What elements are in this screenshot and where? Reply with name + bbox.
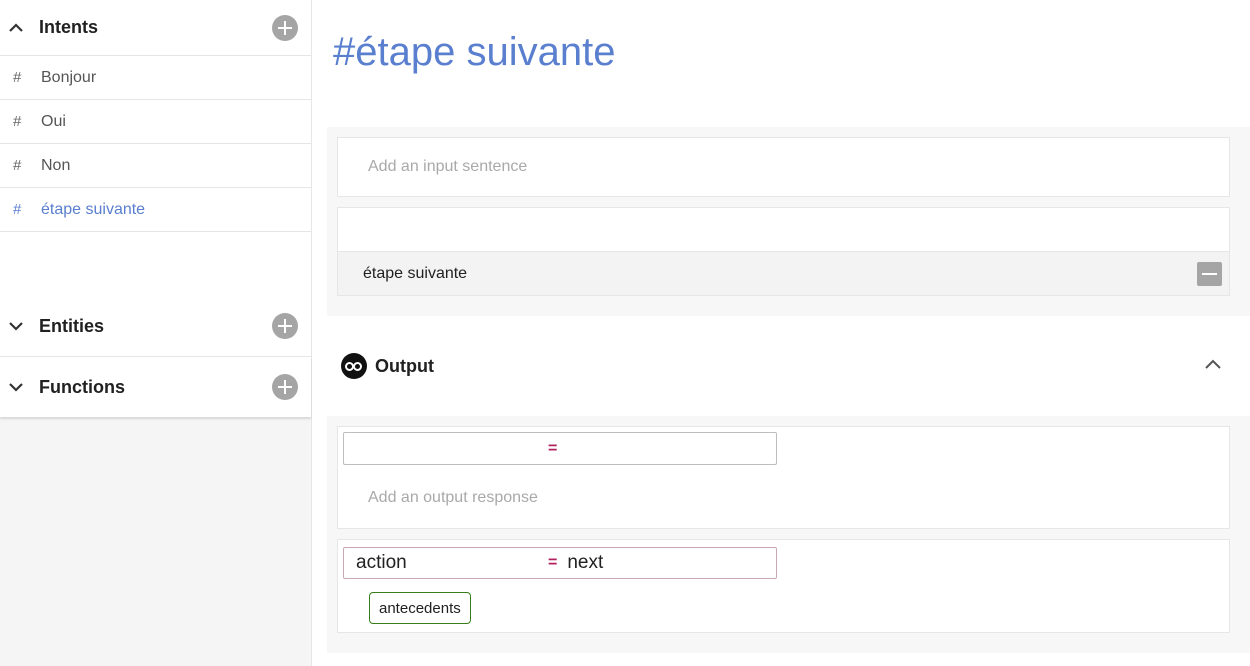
sentence-row[interactable]: étape suivante [338, 251, 1229, 295]
chevron-up-icon[interactable] [8, 20, 24, 36]
input-section: Add an input sentence étape suivante [327, 127, 1250, 316]
chevron-down-icon[interactable] [8, 379, 24, 395]
add-entity-button[interactable] [272, 313, 298, 339]
input-sentence-field[interactable]: Add an input sentence [337, 137, 1230, 197]
intent-list: # Bonjour # Oui # Non # étape suivante [0, 56, 311, 232]
hash-icon: # [13, 69, 22, 86]
output-title: Output [375, 355, 434, 376]
response-card: = Add an output response [337, 426, 1230, 529]
entities-title: Entities [39, 315, 105, 336]
intents-spacer [0, 232, 311, 297]
context-key-input[interactable] [344, 552, 548, 574]
context-value-input[interactable] [557, 552, 813, 574]
antecedents-chip[interactable]: antecedents [369, 592, 471, 624]
output-header: Output [341, 343, 434, 389]
chevron-down-icon[interactable] [8, 318, 24, 334]
owl-icon [341, 353, 367, 379]
intent-label: Oui [41, 112, 66, 130]
output-section: = Add an output response = antecedents [327, 416, 1250, 653]
intent-label: Non [41, 156, 71, 174]
page-title: #étape suivante [333, 30, 616, 74]
functions-panel: Functions [0, 357, 311, 417]
context-variable-row: = [343, 432, 813, 465]
hash-icon: # [13, 113, 22, 130]
add-function-button[interactable] [272, 374, 298, 400]
output-response-field[interactable]: Add an output response [368, 489, 538, 507]
chevron-up-icon[interactable] [1204, 356, 1222, 374]
intent-label: étape suivante [41, 200, 146, 218]
equals-sign: = [548, 439, 558, 457]
hash-icon: # [13, 157, 22, 174]
functions-header[interactable]: Functions [0, 357, 311, 417]
equals-sign: = [548, 554, 558, 571]
context-variable-row: = [343, 547, 813, 579]
functions-title: Functions [39, 376, 125, 397]
entities-header[interactable]: Entities [0, 296, 311, 356]
context-value-input[interactable] [557, 437, 813, 460]
hash-icon: # [13, 201, 22, 218]
intents-title: Intents [39, 17, 99, 37]
action-card: = antecedents [337, 539, 1230, 633]
entities-panel: Entities [0, 296, 311, 357]
intents-header[interactable]: Intents [0, 0, 311, 56]
intent-item-oui[interactable]: # Oui [0, 100, 311, 144]
remove-sentence-button[interactable] [1197, 262, 1222, 286]
add-intent-button[interactable] [272, 14, 298, 41]
sentence-text: étape suivante [363, 264, 468, 282]
intent-editor: #étape suivante Add an input sentence ét… [312, 0, 1250, 666]
sentence-card: étape suivante [337, 207, 1230, 296]
intent-label: Bonjour [41, 68, 97, 86]
sidebar: Intents # Bonjour # Oui # Non # étape su… [0, 0, 312, 666]
intent-item-non[interactable]: # Non [0, 144, 311, 188]
intent-item-etape-suivante[interactable]: # étape suivante [0, 188, 311, 232]
context-key-input[interactable] [344, 437, 548, 460]
intents-panel: Intents # Bonjour # Oui # Non # étape su… [0, 0, 311, 297]
intent-item-bonjour[interactable]: # Bonjour [0, 56, 311, 100]
